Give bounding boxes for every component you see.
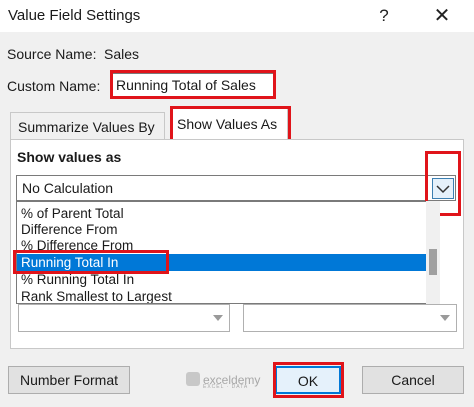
chevron-down-icon — [436, 185, 450, 194]
base-field-select[interactable] — [18, 304, 230, 332]
source-name-value: Sales — [104, 46, 140, 62]
list-item[interactable]: % of Parent Total — [17, 205, 431, 222]
tab-show-values-as[interactable]: Show Values As — [170, 107, 288, 140]
list-scrollbar[interactable] — [426, 201, 440, 304]
watermark-subtext: EXCEL · DATA — [203, 384, 249, 390]
ok-label: OK — [297, 373, 319, 389]
tab-summarize-label: Summarize Values By — [18, 119, 155, 135]
tab-show-label: Show Values As — [177, 116, 278, 132]
tab-summarize-values-by[interactable]: Summarize Values By — [10, 112, 165, 140]
number-format-label: Number Format — [19, 372, 119, 388]
list-item[interactable]: % Running Total In — [17, 271, 431, 288]
dropdown-arrow-icon — [213, 315, 223, 321]
list-item-selected[interactable]: Running Total In — [17, 254, 431, 271]
base-item-select[interactable] — [243, 304, 457, 332]
watermark-logo-icon — [186, 372, 200, 386]
ok-button[interactable]: OK — [275, 366, 341, 394]
show-values-listbox[interactable]: % of Parent Total Difference From % Diff… — [16, 201, 440, 304]
list-item[interactable]: Rank Smallest to Largest — [17, 288, 431, 303]
list-item[interactable]: Difference From — [17, 221, 431, 238]
source-name-label: Source Name: — [7, 46, 97, 62]
dropdown-arrow-icon — [440, 315, 450, 321]
close-button[interactable]: ✕ — [420, 0, 464, 32]
show-values-heading: Show values as — [17, 149, 122, 165]
window-title: Value Field Settings — [8, 7, 141, 24]
watermark: exceldemy EXCEL · DATA — [186, 372, 260, 390]
cancel-button[interactable]: Cancel — [362, 366, 464, 394]
title-bar: Value Field Settings ? ✕ — [0, 0, 474, 32]
dropdown-selected-value: No Calculation — [22, 180, 114, 196]
custom-name-input[interactable]: Running Total of Sales — [112, 73, 275, 97]
list-item[interactable]: % Difference From — [17, 237, 431, 254]
custom-name-value: Running Total of Sales — [116, 77, 256, 93]
help-button[interactable]: ? — [362, 0, 406, 32]
cancel-label: Cancel — [391, 372, 435, 388]
custom-name-label: Custom Name: — [7, 78, 101, 94]
show-values-dropdown[interactable]: No Calculation — [16, 175, 456, 201]
scrollbar-thumb[interactable] — [429, 249, 437, 275]
dropdown-toggle-button[interactable] — [432, 178, 454, 199]
number-format-button[interactable]: Number Format — [8, 366, 130, 394]
